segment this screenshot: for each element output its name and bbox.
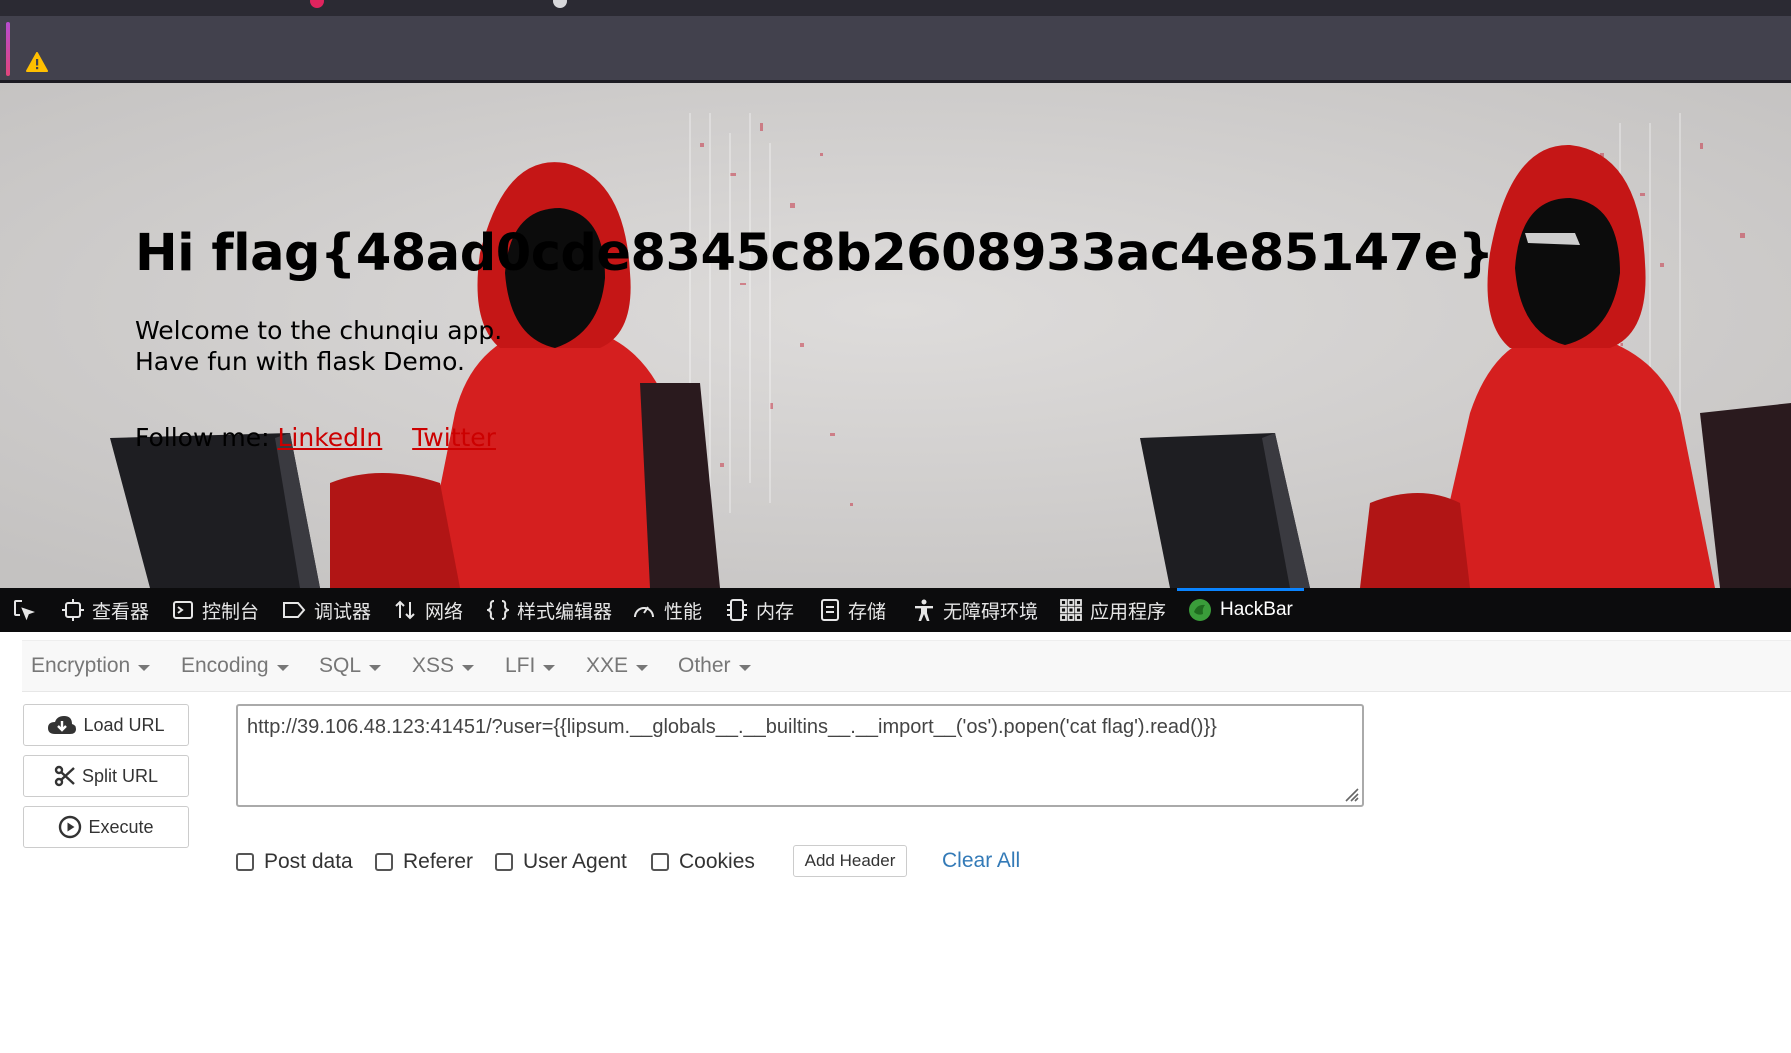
menu-sql-label: SQL (319, 654, 362, 677)
caret-down-icon (369, 664, 382, 671)
tab-memory-label: 内存 (756, 601, 795, 623)
hackbar-menu: Encryption Encoding SQL XSS LFI XXE Othe… (22, 640, 1791, 692)
caret-down-icon (738, 664, 751, 671)
split-url-button[interactable]: Split URL (23, 755, 189, 797)
post-data-label: Post data (264, 850, 353, 873)
referer-option[interactable]: Referer (375, 844, 473, 880)
post-data-option[interactable]: Post data (236, 844, 353, 880)
post-data-checkbox[interactable] (236, 853, 254, 871)
devtools-toolbar: 查看器 控制台 调试器 网络 样式编辑器 性能 内存 存储 无障碍环境 应用程序… (0, 588, 1791, 632)
load-url-button[interactable]: Load URL (23, 704, 189, 746)
menu-xss[interactable]: XSS (412, 641, 475, 691)
cookies-option[interactable]: Cookies (651, 844, 755, 880)
add-header-button[interactable]: Add Header (793, 845, 907, 877)
tab-style-editor[interactable]: 样式编辑器 (487, 588, 612, 632)
tab-favicon (310, 0, 324, 8)
tab-hackbar[interactable]: HackBar (1188, 588, 1293, 632)
user-agent-checkbox[interactable] (495, 853, 513, 871)
caret-down-icon (138, 664, 151, 671)
tab-inspector-label: 查看器 (92, 601, 150, 623)
caret-down-icon (276, 664, 289, 671)
load-url-label: Load URL (83, 714, 165, 735)
menu-encoding-label: Encoding (181, 654, 269, 677)
user-agent-label: User Agent (523, 850, 627, 873)
debugger-icon (283, 602, 306, 618)
url-value: http://39.106.48.123:41451/?user={{lipsu… (247, 716, 1217, 738)
linkedin-link[interactable]: LinkedIn (277, 423, 382, 452)
play-circle-icon (59, 815, 82, 839)
application-icon (1060, 599, 1082, 621)
menu-other-label: Other (678, 654, 731, 677)
notification-accent (6, 22, 10, 76)
tab-network[interactable]: 网络 (393, 588, 463, 632)
tab-accessibility[interactable]: 无障碍环境 (913, 588, 1038, 632)
console-icon (173, 601, 193, 619)
inspect-picker-icon (14, 600, 35, 621)
storage-icon (821, 599, 839, 621)
hackbar-icon (1189, 599, 1211, 621)
performance-icon (634, 606, 654, 618)
referer-checkbox[interactable] (375, 853, 393, 871)
tab-storage[interactable]: 存储 (820, 588, 886, 632)
caret-down-icon (462, 664, 475, 671)
browser-tab-strip (0, 0, 1791, 16)
menu-xxe-label: XXE (586, 654, 629, 677)
resize-grip-icon[interactable] (1341, 784, 1359, 802)
scissors-icon (54, 765, 75, 787)
tab-accessibility-label: 无障碍环境 (943, 601, 1039, 623)
tab-debugger-label: 调试器 (314, 601, 372, 623)
user-agent-option[interactable]: User Agent (495, 844, 627, 880)
welcome-text: Welcome to the chunqiu app. (135, 316, 503, 345)
cookies-checkbox[interactable] (651, 853, 669, 871)
execute-label: Execute (88, 816, 154, 837)
menu-other[interactable]: Other (678, 641, 751, 691)
cloud-download-icon (48, 716, 77, 734)
menu-lfi[interactable]: LFI (505, 641, 556, 691)
demo-text: Have fun with flask Demo. (135, 347, 465, 376)
tab-favicon (553, 0, 567, 8)
tab-application-label: 应用程序 (1090, 601, 1167, 623)
network-icon (395, 600, 415, 620)
style-editor-icon (487, 600, 509, 620)
tab-performance[interactable]: 性能 (632, 588, 702, 632)
referer-label: Referer (403, 850, 474, 873)
tab-memory[interactable]: 内存 (726, 588, 794, 632)
tab-network-label: 网络 (425, 601, 464, 623)
tab-hackbar-label: HackBar (1220, 599, 1293, 620)
follow-line: Follow me: LinkedIn Twitter (135, 423, 496, 452)
menu-encryption-label: Encryption (31, 654, 131, 677)
warning-icon (26, 52, 48, 72)
menu-encryption[interactable]: Encryption (31, 641, 151, 691)
caret-down-icon (636, 664, 649, 671)
clear-all-link[interactable]: Clear All (942, 845, 1020, 877)
page-heading: Hi flag{48ad0cde8345c8b2608933ac4e85147e… (135, 224, 1494, 283)
menu-xss-label: XSS (412, 654, 455, 677)
split-url-label: Split URL (81, 765, 159, 786)
menu-xxe[interactable]: XXE (586, 641, 649, 691)
cookies-label: Cookies (679, 850, 755, 873)
notification-bar (0, 16, 1791, 83)
execute-button[interactable]: Execute (23, 806, 189, 848)
tab-storage-label: 存储 (848, 601, 887, 623)
tab-style-editor-label: 样式编辑器 (517, 601, 613, 623)
menu-sql[interactable]: SQL (319, 641, 382, 691)
hackbar-panel: Encryption Encoding SQL XSS LFI XXE Othe… (0, 632, 1791, 1053)
tab-inspector[interactable]: 查看器 (62, 588, 149, 632)
twitter-link[interactable]: Twitter (412, 423, 496, 452)
web-page: Hi flag{48ad0cde8345c8b2608933ac4e85147e… (0, 83, 1791, 588)
tab-console-label: 控制台 (202, 601, 260, 623)
menu-lfi-label: LFI (505, 654, 536, 677)
tab-debugger[interactable]: 调试器 (282, 588, 371, 632)
tab-application[interactable]: 应用程序 (1060, 588, 1166, 632)
tab-console[interactable]: 控制台 (172, 588, 259, 632)
tab-performance-label: 性能 (664, 601, 703, 623)
caret-down-icon (543, 664, 556, 671)
accessibility-icon (915, 599, 933, 621)
memory-icon (727, 599, 747, 621)
pick-element-button[interactable] (12, 588, 36, 632)
follow-label: Follow me: (135, 423, 270, 452)
inspector-icon (62, 599, 84, 621)
url-textarea[interactable]: http://39.106.48.123:41451/?user={{lipsu… (236, 704, 1364, 807)
menu-encoding[interactable]: Encoding (181, 641, 289, 691)
